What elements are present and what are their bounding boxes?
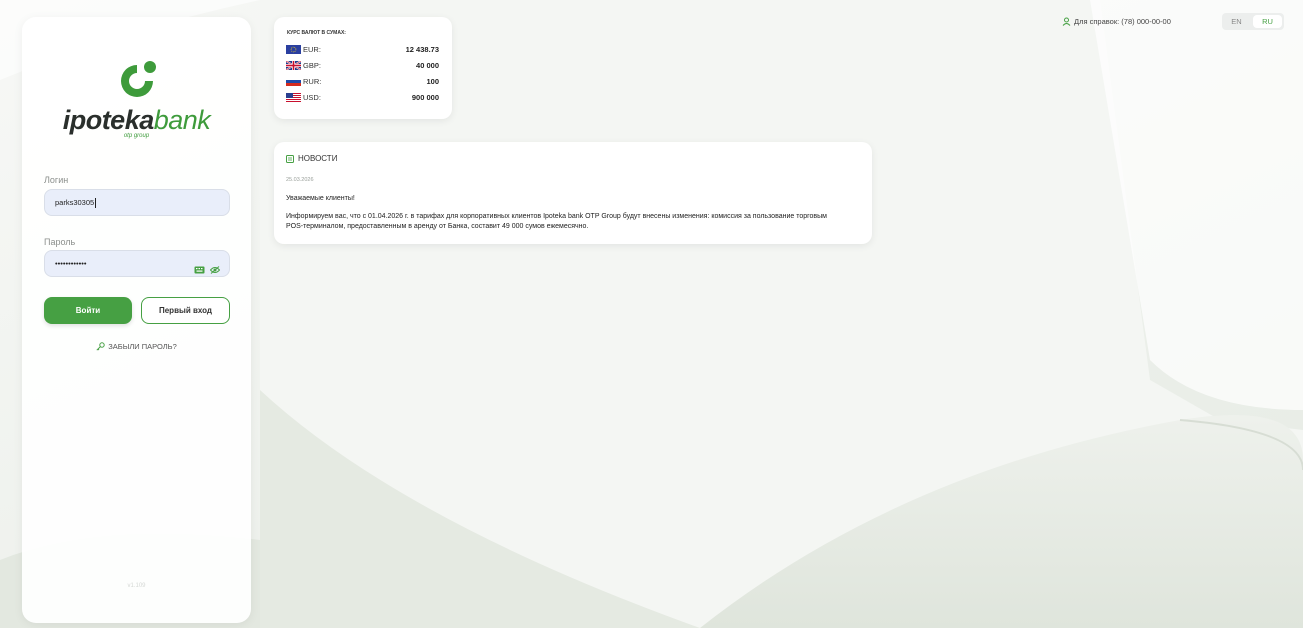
text-caret	[95, 198, 97, 209]
first-login-button[interactable]: Первый вход	[141, 297, 230, 324]
news-date: 25.03.2026	[286, 177, 314, 183]
news-title: НОВОСТИ	[298, 154, 338, 163]
news-card: НОВОСТИ 25.03.2026 Уважаемые клиенты! Ин…	[274, 142, 872, 244]
contact-text: Для справок: (78) 000-00-00	[1074, 17, 1171, 26]
lang-en-button[interactable]: EN	[1222, 13, 1251, 30]
password-input-value: ••••••••••••	[55, 259, 87, 268]
rate-row-gbp: GBP: 40 000	[285, 59, 439, 71]
version-label: v1.109	[127, 583, 146, 589]
keyboard-icon[interactable]	[194, 259, 205, 284]
ru-flag-icon	[286, 76, 301, 86]
brand-name: ipotekabank	[62, 105, 211, 135]
news-icon	[286, 154, 294, 163]
currency-rates-card: КУРС ВАЛЮТ В СУМАХ: EUR: 12 438.73 GBP: …	[274, 17, 452, 119]
login-panel: ipotekabank otp group Логин parks30305 П…	[22, 17, 251, 623]
forgot-password-label: ЗАБЫЛИ ПАРОЛЬ?	[108, 342, 177, 351]
news-greeting: Уважаемые клиенты!	[286, 195, 355, 202]
language-switcher: EN RU	[1222, 13, 1284, 30]
contact-info: Для справок: (78) 000-00-00	[1062, 17, 1171, 26]
user-icon	[1062, 17, 1071, 26]
login-input-value: parks30305	[55, 198, 95, 207]
news-header: НОВОСТИ	[286, 154, 337, 163]
brand-logo: ipotekabank otp group	[22, 57, 251, 139]
lang-ru-button[interactable]: RU	[1253, 15, 1282, 28]
rates-title: КУРС ВАЛЮТ В СУМАХ:	[287, 30, 346, 36]
login-button[interactable]: Войти	[44, 297, 132, 324]
news-body: Информируем вас, что с 01.04.2026 г. в т…	[286, 213, 827, 230]
brand-sub: otp group	[123, 133, 150, 139]
login-input[interactable]: parks30305	[44, 189, 230, 216]
uk-flag-icon	[285, 59, 302, 71]
eye-icon[interactable]	[209, 259, 221, 284]
us-flag-icon	[286, 92, 301, 102]
rate-row-usd: USD: 900 000	[286, 91, 439, 103]
bank-logo-icon	[120, 61, 156, 97]
rate-row-eur: EUR: 12 438.73	[286, 43, 439, 55]
forgot-password-link[interactable]: ЗАБЫЛИ ПАРОЛЬ?	[22, 342, 251, 351]
login-label: Логин	[44, 175, 69, 185]
key-icon	[96, 342, 105, 351]
eu-flag-icon	[286, 44, 301, 54]
rate-row-rur: RUR: 100	[286, 75, 439, 87]
password-input[interactable]: ••••••••••••	[44, 250, 230, 277]
password-label: Пароль	[44, 237, 76, 247]
